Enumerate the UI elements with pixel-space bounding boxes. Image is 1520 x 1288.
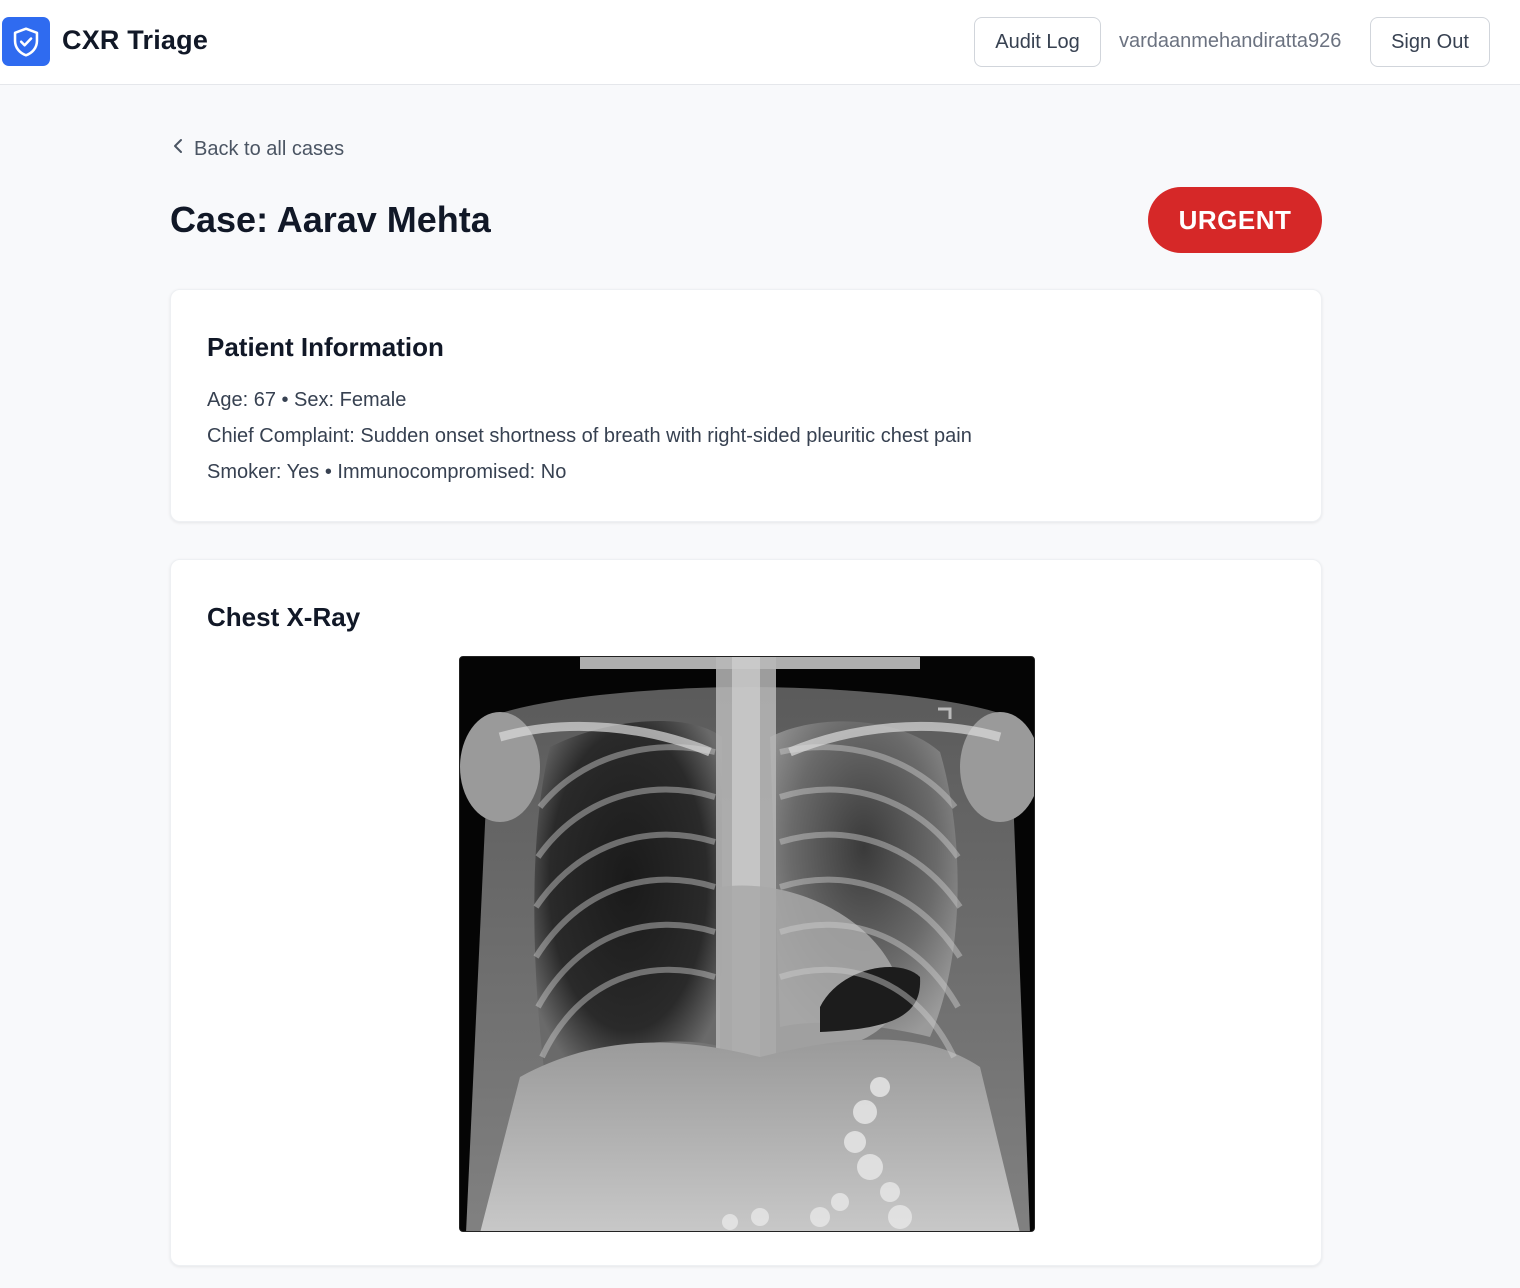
chief-complaint: Chief Complaint: Sudden onset shortness … bbox=[207, 425, 972, 447]
top-nav-bar: CXR Triage Audit Log vardaanmehandiratta… bbox=[0, 0, 1520, 85]
chest-xray-card: Chest X-Ray bbox=[170, 559, 1322, 1266]
back-to-cases-link[interactable]: Back to all cases bbox=[172, 136, 344, 162]
sign-out-button[interactable]: Sign Out bbox=[1370, 17, 1490, 67]
username-label: vardaanmehandiratta926 bbox=[1119, 30, 1342, 52]
back-link-label: Back to all cases bbox=[194, 137, 345, 160]
patient-info-card: Patient Information Age: 67 • Sex: Femal… bbox=[170, 289, 1322, 522]
patient-info-heading: Patient Information bbox=[207, 332, 444, 362]
audit-log-button[interactable]: Audit Log bbox=[974, 17, 1101, 67]
priority-badge: URGENT bbox=[1148, 187, 1322, 253]
chest-xray-image bbox=[459, 656, 1035, 1232]
shield-check-icon bbox=[2, 17, 50, 66]
risk-factors: Smoker: Yes • Immunocompromised: No bbox=[207, 461, 567, 483]
page-title: Case: Aarav Mehta bbox=[170, 199, 491, 240]
chest-xray-heading: Chest X-Ray bbox=[207, 602, 361, 632]
patient-demographics: Age: 67 • Sex: Female bbox=[207, 389, 407, 411]
app-title: CXR Triage bbox=[62, 25, 209, 55]
chevron-left-icon bbox=[172, 137, 184, 161]
